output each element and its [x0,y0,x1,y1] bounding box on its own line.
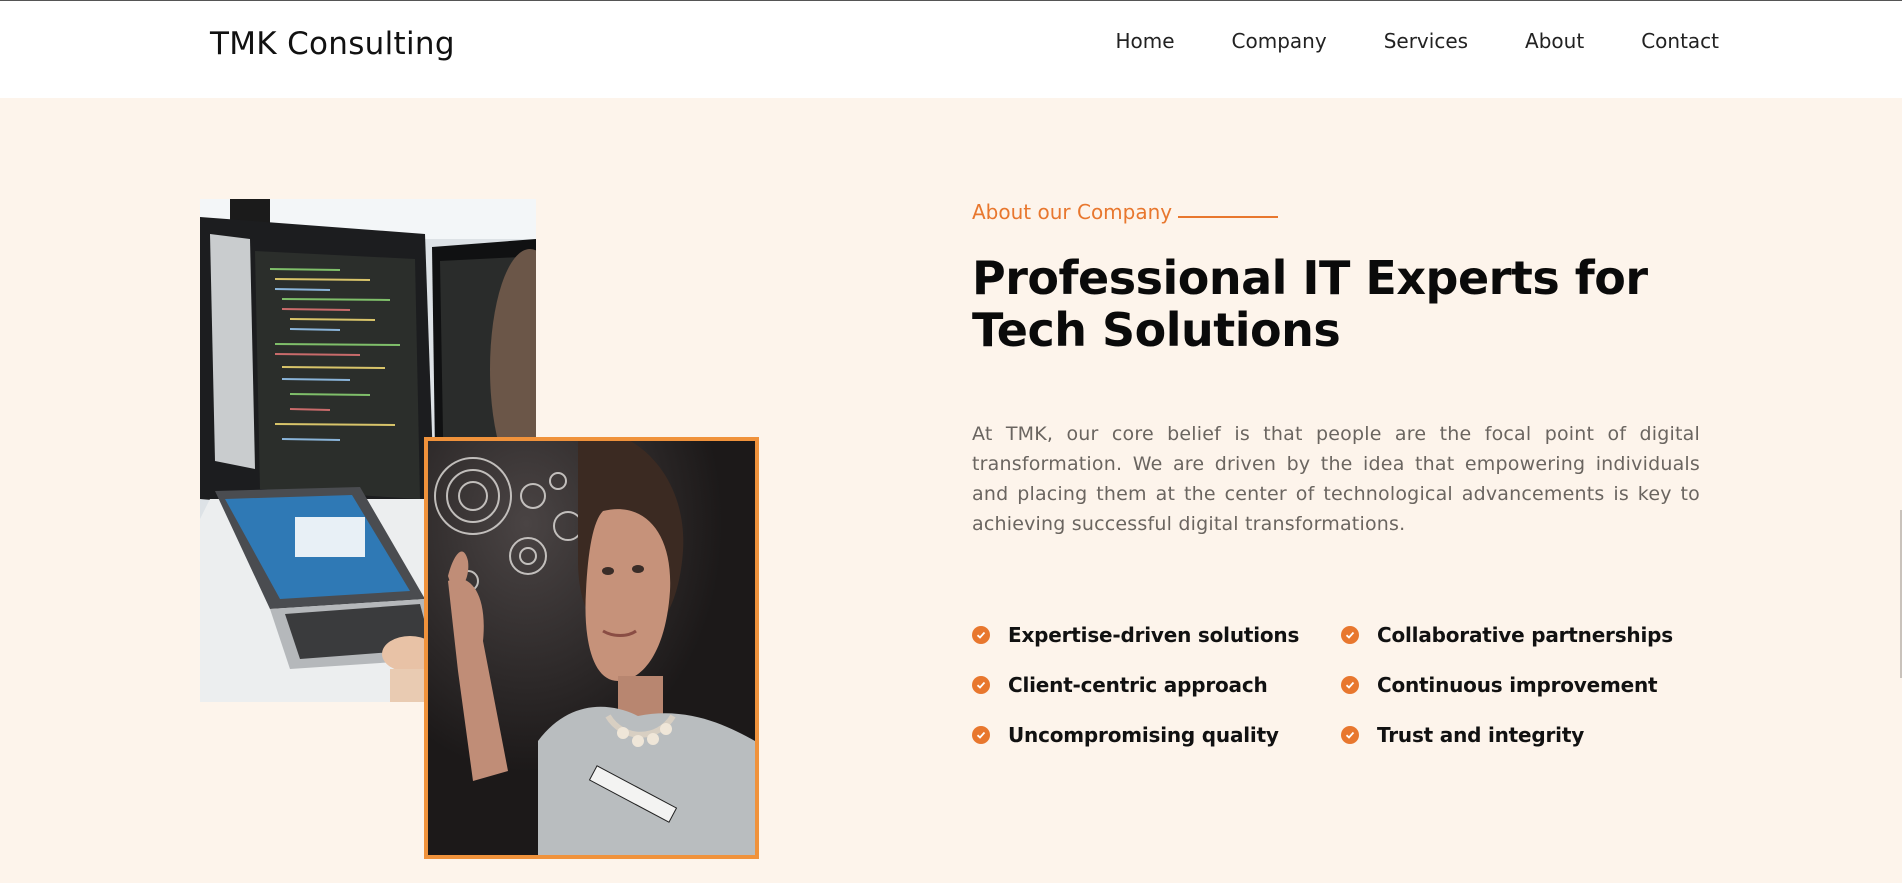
section-description: At TMK, our core belief is that people a… [972,423,1700,535]
eyebrow-label: About our Company [972,200,1173,224]
brand-logo[interactable]: TMK Consulting [210,26,455,62]
nav-services-link[interactable]: Services [1384,29,1468,53]
feature-label: Uncompromising quality [1008,723,1279,747]
feature-item: Uncompromising quality [972,722,1341,748]
feature-list: Expertise-driven solutions Collaborative… [972,622,1712,748]
check-icon [1341,626,1359,644]
check-icon [972,626,990,644]
check-icon [972,726,990,744]
top-navigation-bar: TMK Consulting Home Company Services Abo… [0,0,1902,98]
feature-label: Collaborative partnerships [1377,623,1673,647]
check-icon [1341,676,1359,694]
feature-item: Expertise-driven solutions [972,622,1341,648]
feature-label: Trust and integrity [1377,723,1585,747]
check-icon [972,676,990,694]
feature-label: Expertise-driven solutions [1008,623,1300,647]
feature-label: Continuous improvement [1377,673,1658,697]
nav-company-link[interactable]: Company [1232,29,1327,53]
about-section: About our Company Professional IT Expert… [972,200,1700,558]
feature-item: Continuous improvement [1341,672,1710,698]
feature-label: Client-centric approach [1008,673,1268,697]
nav-home-link[interactable]: Home [1115,29,1174,53]
nav-contact-link[interactable]: Contact [1641,29,1719,53]
nav-about-link[interactable]: About [1525,29,1584,53]
feature-item: Trust and integrity [1341,722,1710,748]
feature-item: Client-centric approach [972,672,1341,698]
check-icon [1341,726,1359,744]
section-eyebrow: About our Company [972,200,1700,224]
eyebrow-underline [1178,216,1279,218]
main-nav: Home Company Services About Contact [1115,29,1719,53]
woman-holographic-interface-photo [424,437,759,859]
feature-item: Collaborative partnerships [1341,622,1710,648]
section-title: Professional IT Experts for Tech Solutio… [972,251,1648,357]
